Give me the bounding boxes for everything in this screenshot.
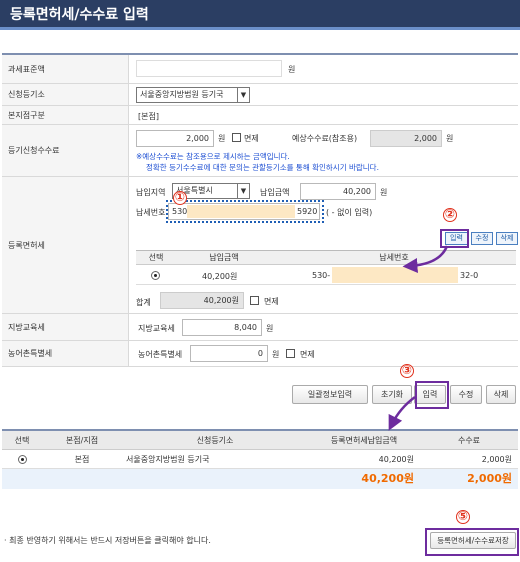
step-marker-3: ③ [400, 363, 414, 378]
step-marker-5: ⑤ [456, 509, 470, 524]
arrow-to-table [402, 245, 449, 273]
annotation-arrows [388, 245, 449, 431]
arrow-to-summary [388, 395, 416, 431]
step-marker-2: ② [443, 207, 457, 222]
step-marker-1: ① [173, 190, 187, 205]
